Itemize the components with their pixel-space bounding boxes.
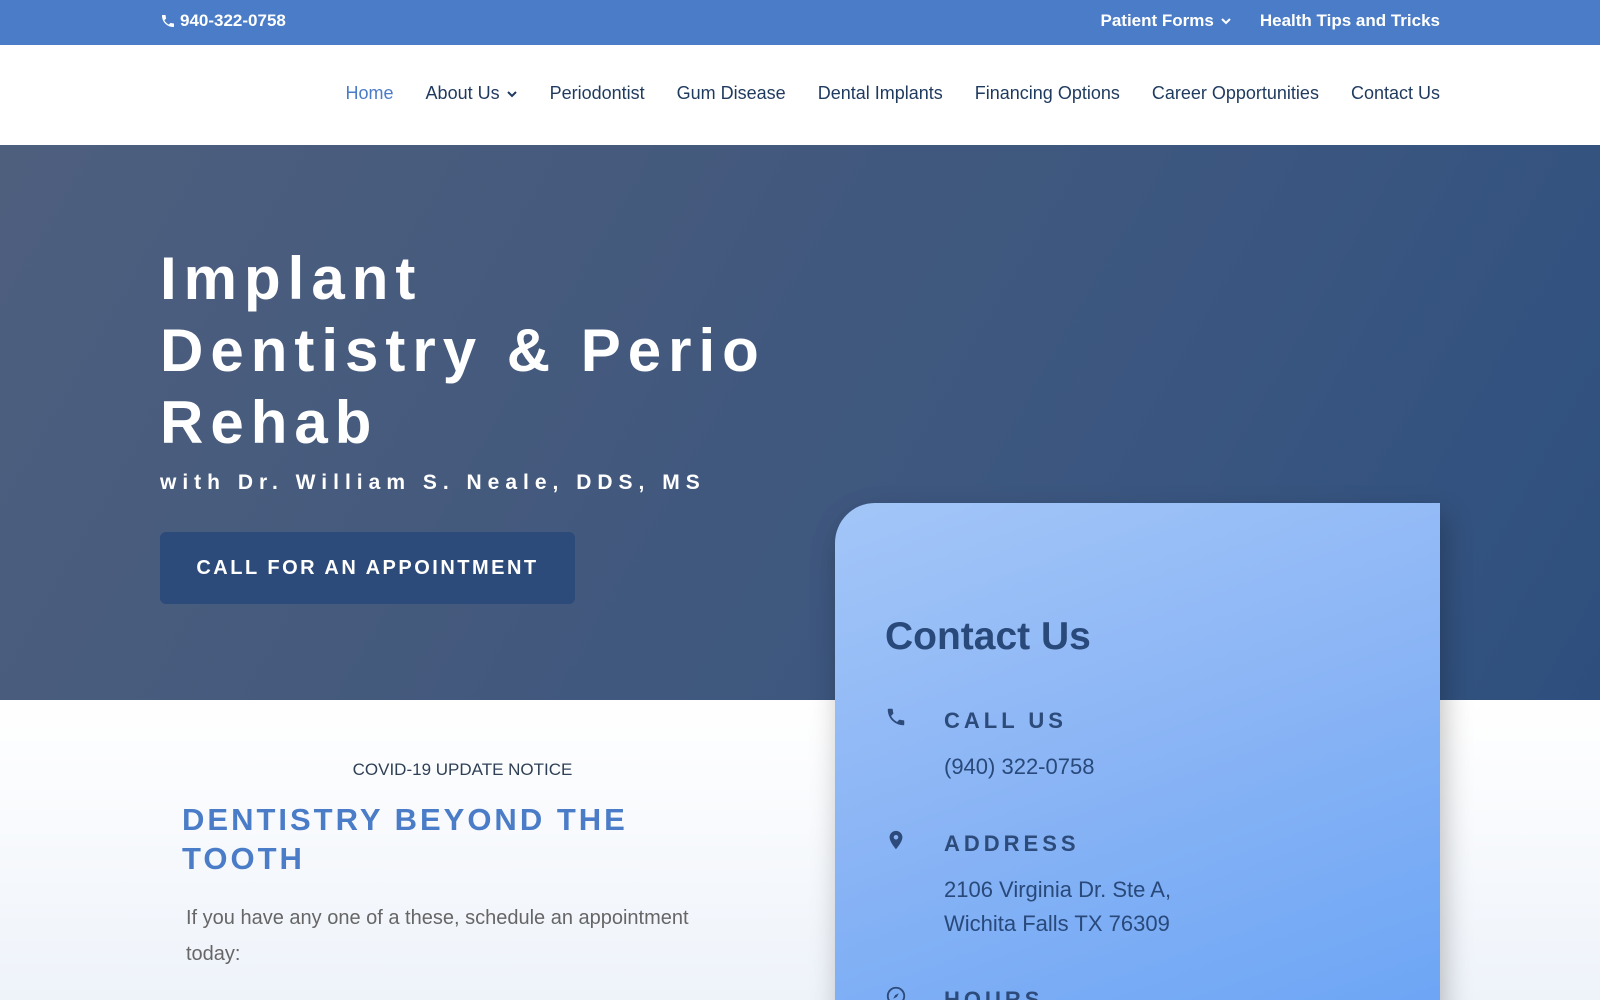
chevron-down-icon [506, 90, 517, 97]
phone-icon [162, 15, 174, 27]
phone-icon [885, 706, 909, 730]
hero-title: Implant Dentistry & Perio Rehab [160, 243, 800, 459]
contact-card: Contact Us CALL US (940) 322-0758 ADDRES… [835, 503, 1440, 1000]
nav-label: Home [345, 83, 394, 103]
nav-item-home[interactable]: Home [346, 83, 394, 104]
nav-item-dental-implants[interactable]: Dental Implants [818, 83, 943, 104]
nav-item-career-opportunities[interactable]: Career Opportunities [1152, 83, 1319, 104]
nav-item-contact-us[interactable]: Contact Us [1351, 83, 1440, 104]
address-line: 2106 Virginia Dr. Ste A, [944, 877, 1172, 902]
hero-subtitle: with Dr. William S. Neale, DDS, MS [160, 471, 706, 494]
contact-card-title: Contact Us [885, 615, 1091, 658]
hours-label: HOURS [944, 987, 1044, 1000]
section-heading-line: TOOTH [182, 841, 305, 876]
nav-item-gum-disease[interactable]: Gum Disease [677, 83, 786, 104]
nav-label: Contact Us [1350, 83, 1440, 103]
contact-phone-link[interactable]: (940) 322-0758 [944, 754, 1094, 779]
intro-text: If you have any one of a these, schedule… [186, 907, 689, 965]
health-tips-label: Health Tips and Tricks [1259, 11, 1440, 30]
map-pin-icon [885, 829, 909, 853]
topbar-phone-link[interactable]: 940-322-0758 [160, 11, 286, 31]
health-tips-link[interactable]: Health Tips and Tricks [1260, 11, 1440, 31]
patient-forms-label: Patient Forms [1100, 11, 1214, 30]
nav-label: About Us [425, 83, 500, 103]
top-bar: 940-322-0758 Patient Forms Health Tips a… [0, 0, 1600, 45]
call-us-label: CALL US [944, 708, 1067, 733]
hero-title-line: Dentistry & Perio [160, 317, 766, 384]
nav-label: Periodontist [549, 83, 645, 103]
hero-title-line: Rehab [160, 389, 379, 456]
section-heading: DENTISTRY BEYOND THE TOOTH [182, 800, 682, 878]
compass-icon [885, 985, 909, 1000]
nav-label: Dental Implants [817, 83, 943, 103]
contact-phone-value: (940) 322-0758 [944, 750, 1094, 784]
contact-address-value: 2106 Virginia Dr. Ste A, Wichita Falls T… [944, 873, 1171, 941]
nav-label: Gum Disease [676, 83, 786, 103]
nav-item-about-us[interactable]: About Us [426, 83, 518, 104]
nav-label: Career Opportunities [1151, 83, 1319, 103]
address-label: ADDRESS [944, 831, 1080, 856]
covid-notice-link[interactable]: COVID-19 UPDATE NOTICE [0, 760, 925, 780]
address-line: Wichita Falls TX 76309 [944, 911, 1170, 936]
call-for-appointment-button[interactable]: CALL FOR AN APPOINTMENT [160, 532, 575, 604]
section-heading-line: DENTISTRY BEYOND THE [182, 802, 628, 837]
topbar-links: Patient Forms Health Tips and Tricks [1101, 11, 1441, 31]
nav-item-periodontist[interactable]: Periodontist [550, 83, 645, 104]
chevron-down-icon [1221, 18, 1231, 25]
patient-forms-menu[interactable]: Patient Forms [1101, 11, 1232, 31]
nav-label: Financing Options [974, 83, 1120, 103]
nav-menu: Home About Us Periodontist Gum Disease D… [346, 83, 1440, 104]
topbar-phone-text: 940-322-0758 [180, 11, 286, 30]
main-nav: Home About Us Periodontist Gum Disease D… [0, 45, 1600, 145]
nav-item-financing-options[interactable]: Financing Options [975, 83, 1120, 104]
hero-title-line: Implant [160, 245, 423, 312]
